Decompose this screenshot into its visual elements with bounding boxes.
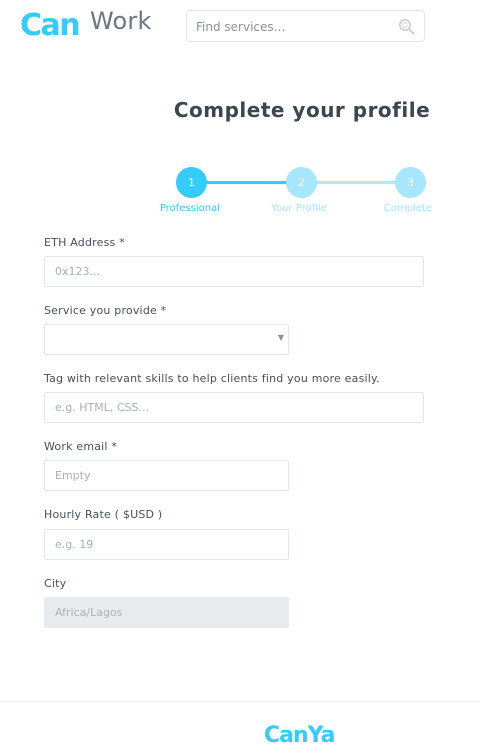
header: Can Work [0, 0, 480, 56]
canwork-logo[interactable]: Can Work [20, 6, 160, 46]
skills-label: Tag with relevant skills to help clients… [44, 372, 380, 385]
eth-address-input[interactable] [44, 256, 424, 287]
step-3-circle: 3 [395, 167, 426, 198]
skills-input[interactable] [44, 392, 424, 423]
work-email-label: Work email * [44, 440, 118, 453]
logo-work-text: Work [90, 7, 152, 35]
page-title: Complete your profile [173, 98, 431, 122]
search-icon[interactable] [398, 18, 415, 35]
step-1-label: Professional [159, 203, 221, 214]
hourly-rate-input[interactable] [44, 529, 289, 560]
step-3-label: Complete [383, 203, 433, 214]
hourly-rate-label: Hourly Rate ( $USD ) [44, 508, 163, 521]
service-select[interactable]: ▼ [44, 324, 289, 355]
step-1-circle: 1 [176, 167, 207, 198]
work-email-input[interactable] [44, 460, 289, 491]
city-label: City [44, 577, 67, 590]
step-2-label: Your Profile [271, 203, 327, 214]
search-input[interactable] [196, 17, 391, 37]
step-2-circle: 2 [286, 167, 317, 198]
service-label: Service you provide * [44, 304, 167, 317]
canya-footer-logo[interactable]: CanYa [264, 723, 335, 748]
footer-divider [0, 701, 480, 702]
chevron-down-icon: ▼ [277, 333, 284, 342]
logo-can-text: Can [20, 8, 81, 43]
city-input[interactable] [44, 597, 289, 628]
profile-stepper: 1 2 3 Professional Your Profile Complete [150, 166, 450, 226]
eth-address-label: ETH Address * [44, 236, 125, 249]
search-box [186, 10, 425, 42]
